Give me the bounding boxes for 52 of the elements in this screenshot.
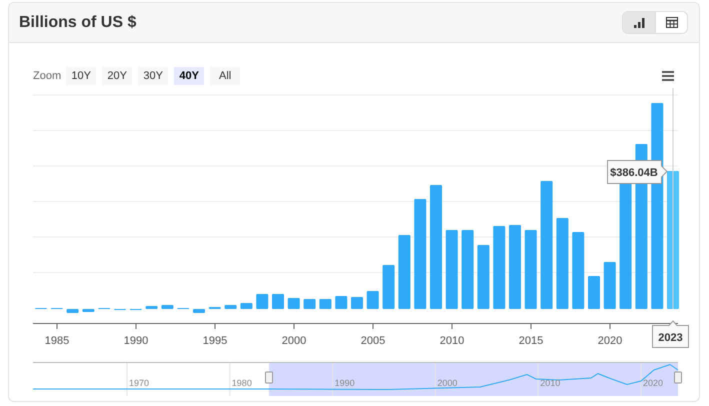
menu-icon[interactable] (662, 71, 674, 81)
zoom-label: Zoom (33, 68, 62, 84)
chart-bar (288, 298, 300, 309)
range-handle[interactable] (674, 372, 682, 384)
chart-view-button[interactable] (623, 12, 655, 33)
chart-bar (351, 297, 363, 309)
axis-label: 2010 (440, 335, 464, 347)
zoom-button[interactable]: 20Y (102, 67, 132, 85)
chart-bar (304, 299, 316, 309)
chart-bar (382, 265, 395, 309)
chart-bar (335, 296, 348, 309)
table-view-button[interactable] (655, 12, 687, 33)
zoom-button[interactable]: 30Y (138, 67, 168, 85)
chart-bar (161, 305, 174, 309)
navigator[interactable] (32, 362, 678, 396)
chart-bar (256, 294, 268, 309)
chart-bar (604, 262, 616, 309)
chart-bar (146, 306, 158, 309)
chart-bar (366, 291, 379, 309)
chart-bar (82, 309, 94, 312)
zoom-button[interactable]: 40Y (174, 67, 204, 85)
zoom-button[interactable]: 10Y (66, 67, 96, 85)
chart-bar (66, 309, 79, 313)
chart-bar (240, 303, 252, 309)
navigator-label: 2020 (643, 378, 664, 388)
zoom-button[interactable]: All (210, 67, 240, 85)
navigator-label: 1990 (334, 378, 355, 388)
category-tooltip (652, 320, 689, 348)
axis-label: 1990 (124, 335, 148, 347)
axis-label: 2000 (282, 335, 306, 347)
axis-label: 1995 (202, 335, 228, 347)
chart-bar (272, 294, 284, 309)
navigator-label: 2010 (540, 378, 560, 388)
bar-chart-icon (634, 18, 644, 28)
tooltip-value: $386.04B (610, 167, 658, 179)
chart-bar (224, 305, 237, 309)
axis-label: 1985 (44, 335, 70, 347)
chart-bar (477, 245, 490, 309)
axis-label: 2005 (360, 335, 386, 347)
chart-bar (588, 276, 600, 309)
range-handle[interactable] (265, 372, 273, 384)
value-tooltip (607, 160, 668, 184)
axis-label: 2015 (518, 335, 544, 347)
navigator-label: 2000 (437, 378, 458, 388)
navigator-label: 1980 (232, 378, 252, 388)
navigator-label: 1970 (129, 378, 150, 388)
chart-title: Billions of US $ (19, 12, 136, 32)
tooltip-category: 2023 (658, 332, 683, 344)
table-icon (666, 17, 678, 28)
chart-bar (319, 299, 332, 309)
axis-label: 2020 (598, 335, 622, 347)
chart-bar (193, 309, 205, 313)
